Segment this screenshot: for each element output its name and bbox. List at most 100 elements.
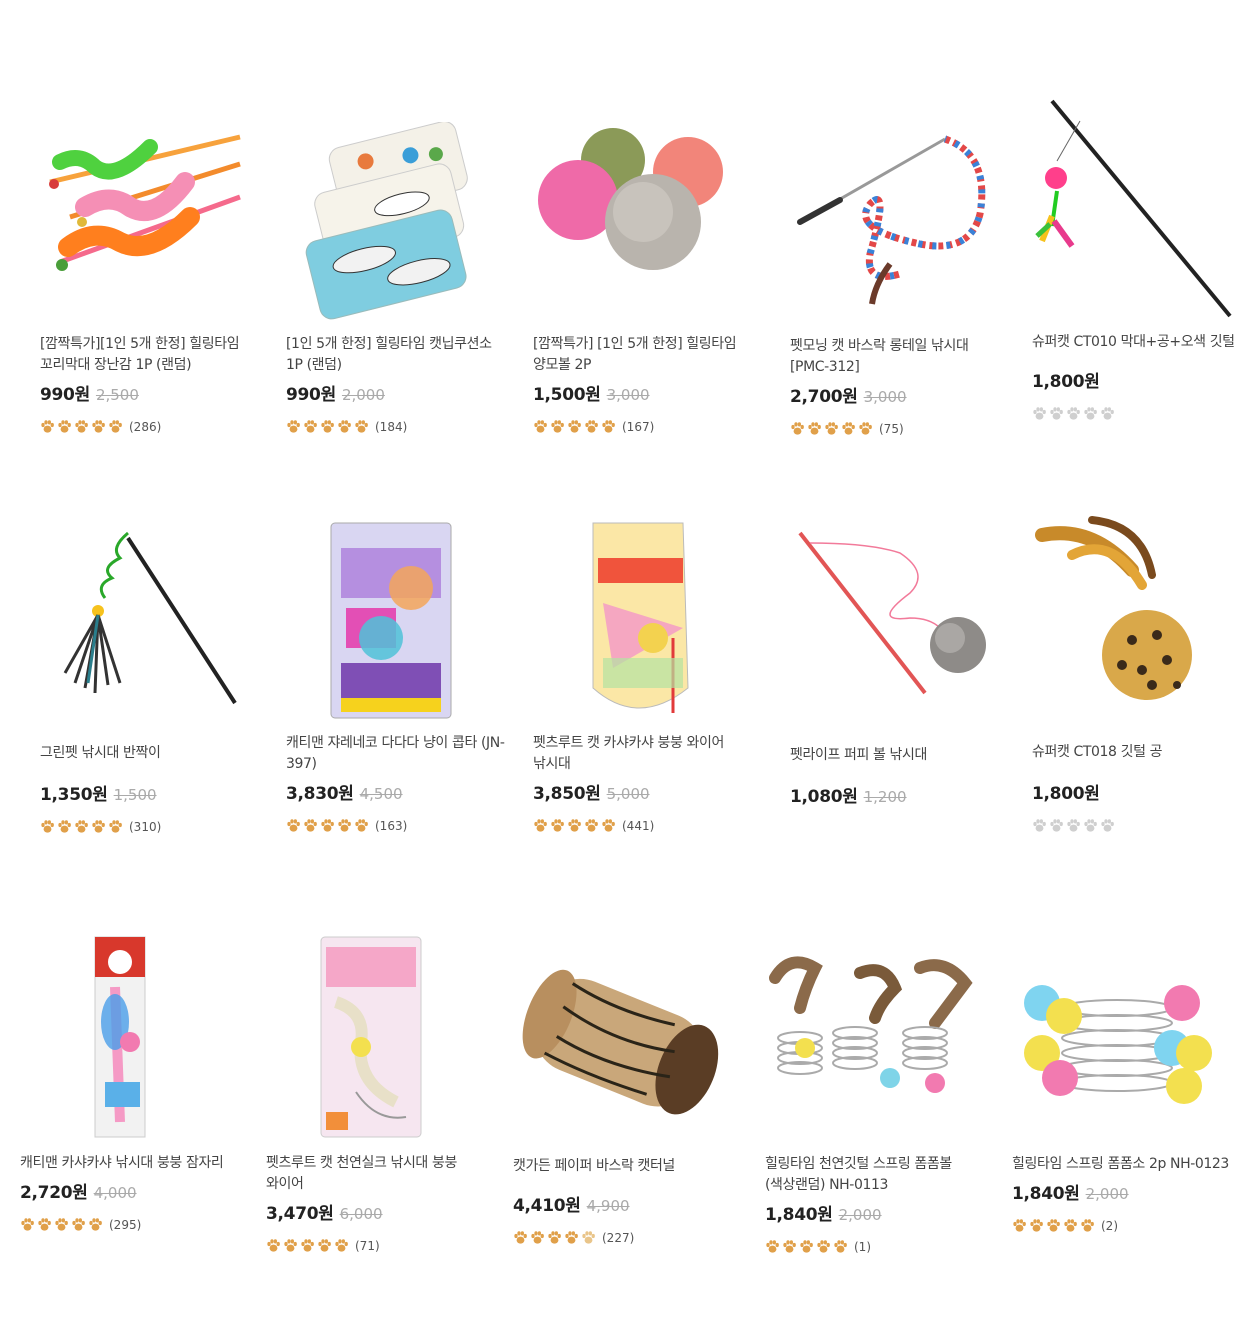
product-title[interactable]: 펫츠루트 캣 천연실크 낚시대 붕붕 와이어: [266, 1153, 486, 1195]
paw-star-icon: [303, 419, 318, 434]
paw-star-icon: [550, 818, 565, 833]
silk-package-icon[interactable]: [266, 932, 476, 1150]
review-count: (2): [1101, 1218, 1118, 1233]
review-count: (71): [355, 1238, 380, 1253]
dragonfly-package-icon[interactable]: [20, 932, 230, 1150]
paw-star-icon: [54, 1217, 69, 1232]
paw-star-icon: [354, 818, 369, 833]
sale-price: 1,350원: [40, 785, 108, 805]
original-price: 3,000: [606, 386, 650, 404]
product-card[interactable]: 힐링타임 스프링 폼폼소 2p NH-0123 1,840원 2,000 (2): [1012, 948, 1232, 1233]
rating: [1032, 406, 1252, 421]
wand-worms-icon[interactable]: [40, 122, 250, 332]
copter-package-icon[interactable]: [286, 518, 496, 733]
original-price: 4,000: [93, 1184, 137, 1202]
original-price: 2,000: [341, 386, 385, 404]
product-title[interactable]: 그린펫 낚시대 반짝이: [40, 743, 260, 764]
product-title[interactable]: [1인 5개 한정] 힐링타임 캣닙쿠션소 1P (랜덤): [286, 334, 506, 376]
product-card[interactable]: 슈퍼캣 CT010 막대+공+오색 깃털 1,800원: [1032, 96, 1252, 421]
paw-star-icon: [1083, 406, 1098, 421]
spring-pompoms-icon[interactable]: [1012, 948, 1222, 1148]
rating: (441): [533, 818, 753, 833]
paw-star-icon: [286, 818, 301, 833]
product-title[interactable]: 힐링타임 천연깃털 스프링 폼폼볼(색상랜덤) NH-0113: [765, 1154, 985, 1196]
paw-star-icon: [1080, 1218, 1095, 1233]
paw-star-icon: [1046, 1218, 1061, 1233]
product-card[interactable]: [1인 5개 한정] 힐링타임 캣닙쿠션소 1P (랜덤) 990원 2,000 …: [286, 122, 506, 434]
kasha-package-icon[interactable]: [533, 518, 743, 733]
product-title[interactable]: 캐티맨 쟈레네코 다다다 냥이 콥타 (JN-397): [286, 733, 506, 775]
rating: (310): [40, 819, 260, 834]
sale-price: 1,800원: [1032, 372, 1100, 392]
paw-star-icon: [530, 1230, 545, 1245]
product-card[interactable]: 펫츠루트 캣 천연실크 낚시대 붕붕 와이어 3,470원 6,000 (71): [266, 932, 486, 1253]
paw-star-icon: [816, 1239, 831, 1254]
product-title[interactable]: 캣가든 페이퍼 바스락 캣터널: [513, 1156, 733, 1177]
product-title[interactable]: [깜짝특가] [1인 5개 한정] 힐링타임 양모볼 2P: [533, 334, 753, 376]
product-card[interactable]: [깜짝특가] [1인 5개 한정] 힐링타임 양모볼 2P 1,500원 3,00…: [533, 122, 753, 434]
paw-star-icon: [283, 1238, 298, 1253]
sale-price: 2,720원: [20, 1183, 88, 1203]
product-title[interactable]: 캐티맨 카샤카샤 낚시대 붕붕 잠자리: [20, 1153, 240, 1174]
leopard-feather-ball-icon[interactable]: [1032, 515, 1242, 725]
paw-star-icon: [1049, 818, 1064, 833]
rating: (2): [1012, 1218, 1232, 1233]
paw-star-icon: [782, 1239, 797, 1254]
review-count: (310): [129, 819, 162, 834]
product-title[interactable]: 펫모닝 캣 바스락 롱테일 낚시대 [PMC-312]: [790, 336, 1010, 378]
rainbow-wand-icon[interactable]: [790, 124, 1000, 334]
wool-balls-icon[interactable]: [533, 122, 743, 332]
paw-star-icon: [601, 818, 616, 833]
product-title[interactable]: 힐링타임 스프링 폼폼소 2p NH-0123: [1012, 1154, 1232, 1175]
paw-star-icon: [1012, 1218, 1027, 1233]
review-count: (167): [622, 419, 655, 434]
sale-price: 3,830원: [286, 784, 354, 804]
sale-price: 1,080원: [790, 787, 858, 807]
original-price: 2,000: [838, 1206, 882, 1224]
product-card[interactable]: [깜짝특가][1인 5개 한정] 힐링타임 꼬리막대 장난감 1P (랜덤) 9…: [40, 122, 260, 434]
paw-star-icon: [57, 419, 72, 434]
review-count: (75): [879, 421, 904, 436]
product-title[interactable]: 슈퍼캣 CT018 깃털 공: [1032, 742, 1252, 763]
product-card[interactable]: 캐티맨 쟈레네코 다다다 냥이 콥타 (JN-397) 3,830원 4,500 …: [286, 518, 506, 833]
product-card[interactable]: 힐링타임 천연깃털 스프링 폼폼볼(색상랜덤) NH-0113 1,840원 2,…: [765, 948, 985, 1254]
product-card[interactable]: 펫모닝 캣 바스락 롱테일 낚시대 [PMC-312] 2,700원 3,000 …: [790, 124, 1010, 436]
paw-star-icon: [824, 421, 839, 436]
rating: (1): [765, 1239, 985, 1254]
product-card[interactable]: 슈퍼캣 CT018 깃털 공 1,800원: [1032, 515, 1252, 833]
paw-star-icon: [765, 1239, 780, 1254]
product-title[interactable]: [깜짝특가][1인 5개 한정] 힐링타임 꼬리막대 장난감 1P (랜덤): [40, 334, 260, 376]
paw-star-icon: [37, 1217, 52, 1232]
stick-ball-feather-icon[interactable]: [1032, 96, 1242, 332]
paw-star-icon: [547, 1230, 562, 1245]
product-title[interactable]: 슈퍼캣 CT010 막대+공+오색 깃털: [1032, 332, 1252, 353]
product-card[interactable]: 펫라이프 퍼피 볼 낚시대 1,080원 1,200: [790, 523, 1010, 807]
original-price: 4,900: [586, 1197, 630, 1215]
review-count: (163): [375, 818, 408, 833]
paw-star-icon: [337, 818, 352, 833]
paw-star-icon: [1049, 406, 1064, 421]
paw-star-icon: [286, 419, 301, 434]
review-count: (286): [129, 419, 162, 434]
spring-feathers-icon[interactable]: [765, 948, 975, 1148]
paw-star-icon: [533, 818, 548, 833]
product-title[interactable]: 펫츠루트 캣 카샤카샤 붕붕 와이어 낚시대: [533, 733, 753, 775]
paw-star-icon: [1032, 406, 1047, 421]
product-card[interactable]: 그린펫 낚시대 반짝이 1,350원 1,500 (310): [40, 523, 260, 834]
original-price: 4,500: [359, 785, 403, 803]
paw-star-icon: [581, 1230, 596, 1245]
product-card[interactable]: 펫츠루트 캣 카샤카샤 붕붕 와이어 낚시대 3,850원 5,000 (441): [533, 518, 753, 833]
pompom-wand-icon[interactable]: [790, 523, 1000, 733]
paw-star-icon: [91, 419, 106, 434]
paw-star-icon: [40, 819, 55, 834]
paw-star-icon: [533, 419, 548, 434]
fish-cushion-icon[interactable]: [286, 122, 496, 332]
paper-tunnel-icon[interactable]: [513, 935, 723, 1150]
paw-star-icon: [354, 419, 369, 434]
tinsel-wand-icon[interactable]: [40, 523, 250, 733]
paw-star-icon: [567, 419, 582, 434]
paw-star-icon: [20, 1217, 35, 1232]
product-card[interactable]: 캐티맨 카샤카샤 낚시대 붕붕 잠자리 2,720원 4,000 (295): [20, 932, 240, 1232]
product-card[interactable]: 캣가든 페이퍼 바스락 캣터널 4,410원 4,900 (227): [513, 935, 733, 1245]
product-title[interactable]: 펫라이프 퍼피 볼 낚시대: [790, 745, 1010, 766]
